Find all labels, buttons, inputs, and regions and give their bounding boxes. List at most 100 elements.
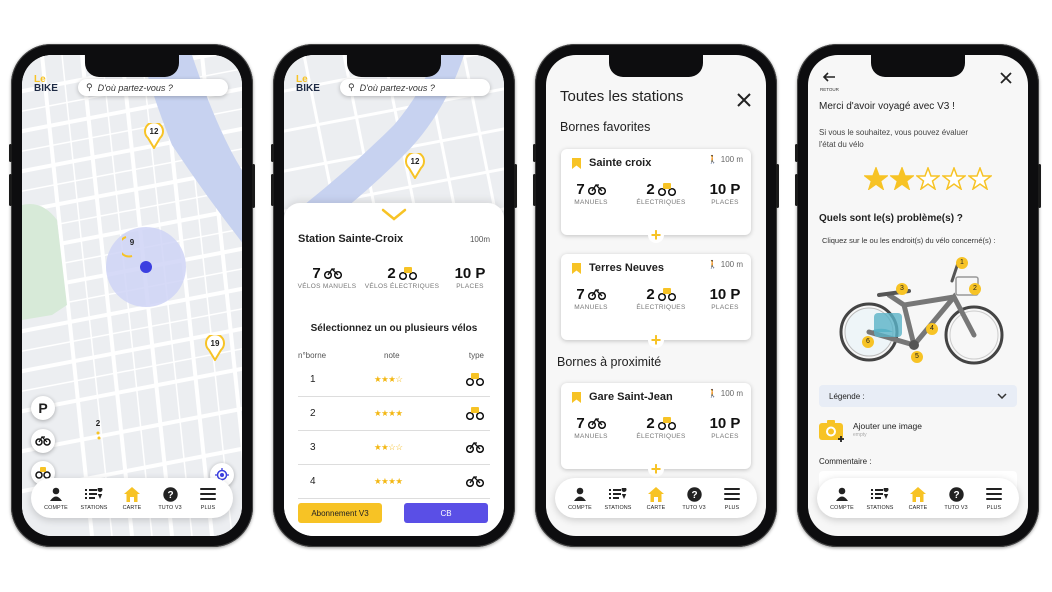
- cb-button[interactable]: CB: [404, 503, 488, 523]
- electric-bike-icon: [657, 183, 676, 196]
- tab-compte[interactable]: COMPTE: [39, 485, 73, 511]
- station-card[interactable]: Terres Neuves 🚶 100 m 7 MANUELS 2 ÉLECTRIQU…: [561, 254, 751, 349]
- station-name: Station Sainte-Croix: [298, 233, 404, 245]
- bookmark-icon[interactable]: [572, 158, 581, 169]
- table-row[interactable]: 2 ★★★★: [298, 397, 490, 431]
- tab-stations[interactable]: STATIONS: [601, 485, 635, 511]
- bike-point-2[interactable]: 2: [969, 283, 981, 295]
- electric-bike-icon: [657, 417, 676, 430]
- bike-point-6[interactable]: 6: [862, 336, 874, 348]
- bike-point-3[interactable]: 3: [896, 283, 908, 295]
- menu-icon: [986, 488, 1002, 500]
- favorites-section-title: Bornes favorites: [560, 120, 651, 134]
- tab-stations[interactable]: STATIONS: [77, 485, 111, 511]
- bike-point-1[interactable]: 1: [956, 257, 968, 269]
- search-input[interactable]: ⚲ D'où partez-vous ?: [78, 79, 228, 96]
- bike-point-4[interactable]: 4: [926, 323, 938, 335]
- star-filled-icon[interactable]: [864, 167, 888, 190]
- bike-icon: [587, 184, 606, 195]
- tab-carte[interactable]: CARTE: [639, 485, 673, 511]
- station-distance: 100m: [469, 235, 490, 244]
- tab-tuto[interactable]: ? TUTO V3: [677, 485, 711, 511]
- map[interactable]: [22, 55, 242, 536]
- close-icon[interactable]: [999, 71, 1013, 85]
- station-card[interactable]: Gare Saint-Jean 🚶 100 m 7 MANUELS 2 ÉLECTRI…: [561, 383, 751, 478]
- station-marker[interactable]: 12: [405, 151, 425, 180]
- bookmark-icon[interactable]: [572, 263, 581, 274]
- stations-screen: Toutes les stations Bornes favorites Sai…: [546, 55, 766, 536]
- camera-icon: [819, 420, 844, 442]
- arrow-left-icon: [823, 72, 836, 82]
- app-logo: Le BIKE: [34, 74, 58, 94]
- help-icon: ?: [686, 486, 702, 502]
- station-marker[interactable]: 19: [205, 333, 225, 362]
- station-marker[interactable]: 2: [88, 419, 108, 445]
- electric-bike-icon: [398, 267, 417, 280]
- expand-button[interactable]: +: [648, 460, 664, 478]
- bike-icon: [587, 289, 606, 300]
- star-empty-icon[interactable]: [968, 167, 992, 190]
- tab-plus[interactable]: PLUS: [715, 485, 749, 511]
- star-empty-icon[interactable]: [916, 167, 940, 190]
- expand-button[interactable]: +: [648, 331, 664, 349]
- station-distance: 🚶 100 m: [707, 155, 743, 164]
- station-sheet: Station Sainte-Croix 100m 7 VÉLOS MANUEL…: [284, 203, 504, 536]
- tab-bar: COMPTE STATIONS CARTE ? TUTO V3 PLUS: [31, 478, 233, 518]
- station-marker[interactable]: 9: [118, 233, 142, 259]
- bike-point-5[interactable]: 5: [911, 351, 923, 363]
- home-icon: [910, 486, 926, 502]
- star-rating[interactable]: [864, 167, 992, 190]
- station-distance: 🚶 100 m: [707, 260, 743, 269]
- tab-plus[interactable]: PLUS: [191, 485, 225, 511]
- location-pin-icon: ⚲: [86, 82, 93, 92]
- phone-feedback: RETOUR Merci d'avoir voyagé avec V3 ! Si…: [795, 44, 1041, 547]
- tab-compte[interactable]: COMPTE: [563, 485, 597, 511]
- chevron-down-icon[interactable]: [381, 207, 407, 221]
- tab-compte[interactable]: COMPTE: [825, 485, 859, 511]
- star-empty-icon[interactable]: [942, 167, 966, 190]
- stations-icon: [85, 488, 103, 499]
- parking-filter-button[interactable]: P: [31, 396, 55, 420]
- tab-tuto[interactable]: ? TUTO V3: [153, 485, 187, 511]
- bookmark-icon[interactable]: [572, 392, 581, 403]
- table-row[interactable]: 4 ★★★★: [298, 465, 490, 499]
- feedback-screen: RETOUR Merci d'avoir voyagé avec V3 ! Si…: [808, 55, 1028, 536]
- menu-icon: [724, 488, 740, 500]
- close-icon[interactable]: [736, 92, 752, 108]
- phone-map: LeBIKE ⚲ D'où partez-vous ? 12 9 19 2 P: [9, 44, 255, 547]
- star-filled-icon[interactable]: [890, 167, 914, 190]
- home-icon: [648, 486, 664, 502]
- expand-button[interactable]: +: [648, 226, 664, 244]
- tab-carte[interactable]: CARTE: [901, 485, 935, 511]
- search-input[interactable]: ⚲ D'où partez-vous ?: [340, 79, 490, 96]
- bike-icon: [466, 476, 484, 487]
- svg-text:?: ?: [691, 490, 697, 501]
- search-placeholder: D'où partez-vous ?: [97, 82, 173, 93]
- tab-carte[interactable]: CARTE: [115, 485, 149, 511]
- station-marker[interactable]: 12: [144, 121, 164, 150]
- tab-plus[interactable]: PLUS: [977, 485, 1011, 511]
- add-image-button[interactable]: Ajouter une image empty: [819, 419, 922, 443]
- stations-icon: [609, 488, 627, 499]
- rate-text: Si vous le souhaitez, vous pouvez évalue…: [819, 128, 968, 149]
- table-row[interactable]: 3 ★★☆☆: [298, 431, 490, 465]
- bike-icon: [35, 436, 51, 446]
- tab-bar: COMPTE STATIONS CARTE ? TUTO V3 PLUS: [555, 478, 757, 518]
- user-icon: [574, 487, 586, 501]
- thanks-text: Merci d'avoir voyagé avec V3 !: [819, 101, 955, 112]
- home-icon: [124, 486, 140, 502]
- subscription-button[interactable]: Abonnement V3: [298, 503, 382, 523]
- tab-tuto[interactable]: ? TUTO V3: [939, 485, 973, 511]
- svg-text:?: ?: [953, 490, 959, 501]
- table-row[interactable]: 1 ★★★☆: [298, 363, 490, 397]
- station-name: Terres Neuves: [589, 262, 665, 274]
- electric-bike-icon: [466, 373, 484, 386]
- phone-station-detail: Le BIKE ⚲ D'où partez-vous ? 12 Station S…: [271, 44, 517, 547]
- help-icon: ?: [162, 486, 178, 502]
- station-card[interactable]: Sainte croix 🚶 100 m 7 MANUELS 2 ÉLECTRIQUE…: [561, 149, 751, 244]
- manual-bike-filter-button[interactable]: [31, 429, 55, 453]
- back-button[interactable]: RETOUR: [820, 69, 839, 92]
- select-title: Sélectionnez un ou plusieurs vélos: [310, 323, 478, 334]
- tab-stations[interactable]: STATIONS: [863, 485, 897, 511]
- legend-dropdown[interactable]: Légende :: [819, 385, 1017, 407]
